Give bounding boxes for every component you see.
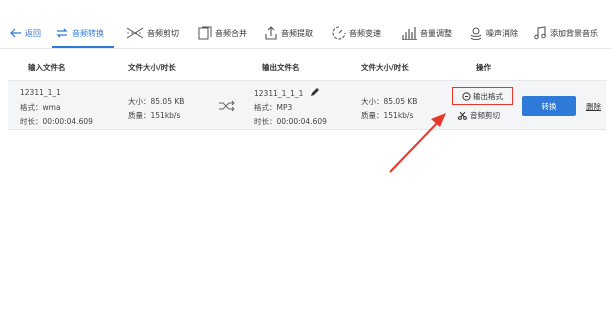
input-duration: 时长：00:00:04.609	[20, 117, 93, 126]
output-file-name: 12311_1_1_1	[254, 89, 304, 98]
input-file-name: 12311_1_1	[20, 88, 61, 97]
tab-noise-removal[interactable]: 噪声消除	[469, 18, 518, 48]
input-format: 格式：wma	[20, 103, 61, 112]
gear-circle-icon	[462, 91, 471, 101]
output-format-button[interactable]: 输出格式	[452, 87, 513, 105]
tab-label: 音量调整	[420, 28, 452, 38]
shuffle-icon	[218, 100, 236, 114]
tab-label: 音频合并	[215, 28, 247, 38]
header-output-size: 文件大小/时长	[361, 63, 409, 72]
volume-bars-icon	[401, 26, 417, 40]
noise-icon	[469, 26, 483, 40]
extract-icon	[264, 26, 278, 40]
back-button[interactable]: 返回	[10, 18, 41, 48]
speed-icon	[332, 26, 346, 40]
tab-label: 添加背景音乐	[550, 28, 598, 38]
toolbar-divider	[0, 48, 612, 49]
delete-link[interactable]: 删除	[586, 101, 601, 112]
output-file-name-row: 12311_1_1_1	[254, 88, 319, 99]
tab-label: 噪声消除	[486, 28, 518, 38]
output-quality: 质量：151kb/s	[361, 111, 414, 120]
audio-cut-label: 音频剪切	[470, 111, 500, 120]
tab-volume-adjust[interactable]: 音量调整	[401, 18, 452, 48]
table-header: 输入文件名 文件大小/时长 输出文件名 文件大小/时长 操作	[0, 58, 612, 78]
annotation-arrow	[389, 113, 446, 173]
header-input-size: 文件大小/时长	[128, 63, 176, 72]
output-size: 大小：85.05 KB	[361, 97, 418, 106]
convert-icon	[55, 26, 69, 40]
tab-label: 音频提取	[281, 28, 313, 38]
back-label: 返回	[25, 28, 41, 38]
tab-audio-speed[interactable]: 音频变速	[332, 18, 381, 48]
header-actions: 操作	[476, 63, 491, 72]
merge-icon	[198, 26, 212, 40]
tab-label: 音频剪切	[147, 28, 179, 38]
header-input-name: 输入文件名	[28, 63, 66, 72]
convert-button[interactable]: 转换	[522, 96, 576, 116]
tab-label: 音频变速	[349, 28, 381, 38]
scissors-icon	[458, 111, 467, 120]
input-quality: 质量：151kb/s	[128, 111, 181, 120]
tab-audio-convert[interactable]: 音频转换	[55, 18, 104, 48]
tab-audio-merge[interactable]: 音频合并	[198, 18, 247, 48]
audio-cut-button[interactable]: 音频剪切	[458, 110, 500, 121]
header-output-name: 输出文件名	[262, 63, 300, 72]
tab-audio-extract[interactable]: 音频提取	[264, 18, 313, 48]
toolbar: 返回 音频转换 音频剪切 音频合并 音频提取 音频变速 音量调整 噪声消除 添加…	[0, 18, 612, 48]
output-format: 格式：MP3	[254, 103, 293, 112]
tab-add-bgm[interactable]: 添加背景音乐	[533, 18, 598, 48]
cut-icon	[126, 26, 144, 40]
tab-label: 音频转换	[72, 28, 104, 38]
pencil-edit-icon[interactable]	[310, 88, 319, 99]
music-note-icon	[533, 26, 547, 40]
output-duration: 时长：00:00:04.609	[254, 117, 327, 126]
input-size: 大小：85.05 KB	[128, 97, 185, 106]
output-format-label: 输出格式	[473, 91, 503, 101]
arrow-left-icon	[10, 28, 22, 38]
tab-audio-cut[interactable]: 音频剪切	[126, 18, 179, 48]
